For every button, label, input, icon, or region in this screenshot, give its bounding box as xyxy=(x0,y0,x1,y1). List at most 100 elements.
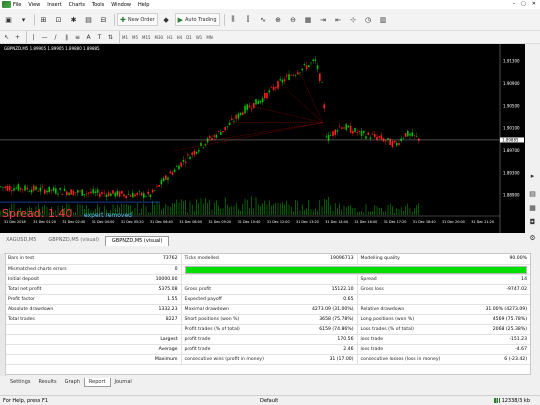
timeframe-mn[interactable]: MN xyxy=(206,35,212,40)
candle-body xyxy=(367,132,369,135)
minimize-button[interactable]: – xyxy=(513,1,516,7)
candle-body xyxy=(206,138,209,143)
timeframe-m5[interactable]: M5 xyxy=(132,35,138,40)
time-tick-label: 31 Dec 04:00 xyxy=(92,220,115,224)
timeframe-m15[interactable]: M15 xyxy=(142,35,151,40)
navigator-icon[interactable]: ✱ xyxy=(67,13,80,26)
candle-body xyxy=(237,113,240,119)
auto-trading-button[interactable]: ▶ Auto Trading xyxy=(174,13,220,26)
crosshair-icon[interactable]: + xyxy=(13,32,22,42)
candle-body xyxy=(70,189,72,195)
candle-body xyxy=(50,189,53,191)
restore-button[interactable]: ▢ xyxy=(521,1,526,7)
menu-window[interactable]: Window xyxy=(111,2,131,8)
label-tool-icon[interactable]: T xyxy=(95,32,104,42)
traffic-value: 12338/3 kb xyxy=(501,397,530,404)
zoom-out-icon[interactable]: ⊖ xyxy=(287,13,300,26)
arrows-icon[interactable]: ⇅ xyxy=(106,32,115,42)
expert-status-label: expert removed xyxy=(84,212,132,219)
candle-body xyxy=(187,154,189,156)
periods-icon[interactable]: ◷ xyxy=(362,13,375,26)
calendar-icon[interactable]: ▦ xyxy=(527,202,538,213)
candle-body xyxy=(4,186,6,188)
tab-gbpnzd-m5-visual-1[interactable]: GBPNZD,M5 (visual) xyxy=(42,236,105,246)
menu-tools[interactable]: Tools xyxy=(92,2,104,8)
candle-body xyxy=(33,185,35,191)
alerts-icon[interactable]: ◘ xyxy=(527,216,538,227)
tab-xagusd-m5[interactable]: XAGUSD,M5 xyxy=(0,236,42,246)
zoom-in-icon[interactable]: ⊕ xyxy=(272,13,285,26)
horizontal-line-icon[interactable]: — xyxy=(40,32,49,42)
candle-body xyxy=(74,192,77,193)
table-row: Average profit trade 2.46 loss trade -4.67 xyxy=(5,344,530,355)
tab-graph[interactable]: Graph xyxy=(61,378,84,387)
menu-insert[interactable]: Insert xyxy=(47,2,61,8)
new-chart-icon[interactable]: ▣ xyxy=(2,13,15,26)
terminal-icon[interactable]: ▤ xyxy=(82,13,95,26)
timeframe-m1[interactable]: M1 xyxy=(122,35,128,40)
vertical-line-icon[interactable]: | xyxy=(29,32,38,42)
time-tick-label: 31 Dec 21:20 xyxy=(471,220,494,224)
report-label-c: Loss trades (% of total) xyxy=(357,324,445,335)
report-value-a: 5375.08 xyxy=(83,284,182,295)
time-tick-label: 31 Dec 10:40 xyxy=(238,220,261,224)
timeframe-w1[interactable]: W1 xyxy=(196,35,203,40)
cursor-icon[interactable]: ↖ xyxy=(2,32,11,42)
candle-body xyxy=(105,194,108,198)
candle-body xyxy=(365,136,367,139)
candle-body xyxy=(352,131,354,134)
timeframe-d1[interactable]: D1 xyxy=(186,35,192,40)
trendline-icon[interactable]: / xyxy=(51,32,60,42)
data-window-icon[interactable]: ⊡ xyxy=(52,13,65,26)
strategy-tester-icon[interactable]: ⊟ xyxy=(97,13,110,26)
menu-view[interactable]: View xyxy=(28,2,40,8)
scroll-right-icon[interactable]: ▸ xyxy=(527,170,538,181)
new-order-button[interactable]: ✚ New Order xyxy=(117,13,158,26)
spread-label: Spread: 1.40 xyxy=(2,207,73,220)
channel-icon[interactable]: ∥ xyxy=(62,32,71,42)
bar-chart-icon[interactable]: ⫼ xyxy=(227,13,240,26)
connection-status[interactable]: 12338/3 kb xyxy=(493,397,530,404)
candle-body xyxy=(116,190,119,196)
templates-icon[interactable]: ▥ xyxy=(377,13,390,26)
autoscroll-icon[interactable]: ⇥ xyxy=(317,13,330,26)
chart-shift-icon[interactable]: ⇤ xyxy=(332,13,345,26)
candle-body xyxy=(308,65,310,68)
timeframe-m30[interactable]: M30 xyxy=(155,35,164,40)
settings-icon[interactable]: ⚙ xyxy=(527,232,538,243)
tab-report[interactable]: Report xyxy=(83,378,111,387)
menu-charts[interactable]: Charts xyxy=(69,2,85,8)
timeframe-h4[interactable]: H4 xyxy=(177,35,183,40)
price-chart[interactable]: 1.91300 1.90900 1.90500 1.90100 1.89700 1.893… xyxy=(0,44,540,233)
tab-settings[interactable]: Settings xyxy=(6,378,35,387)
profiles-icon[interactable]: ▾ xyxy=(17,13,30,26)
candle-body xyxy=(94,191,97,194)
toolbox-icon[interactable]: ▤ xyxy=(527,188,538,199)
indicators-icon[interactable]: ⊹ xyxy=(347,13,360,26)
timeframe-h1[interactable]: H1 xyxy=(167,35,173,40)
metaeditor-icon[interactable]: ◆ xyxy=(160,13,173,26)
fibonacci-icon[interactable]: ≡ xyxy=(73,32,82,42)
tile-windows-icon[interactable]: ▦ xyxy=(302,13,315,26)
candle-body xyxy=(418,138,420,141)
tab-gbpnzd-m5-visual-2[interactable]: GBPNZD,M5 (visual) xyxy=(104,236,170,246)
candlestick-icon[interactable]: ⫿ xyxy=(242,13,255,26)
text-tool-icon[interactable]: A xyxy=(84,32,93,42)
table-row: Initial deposit 10000.00 Spread 14 xyxy=(5,274,530,285)
tab-results[interactable]: Results xyxy=(35,378,61,387)
candle-body xyxy=(136,192,138,195)
ticks-modelled-label: Ticks modelled xyxy=(181,254,269,265)
candle-body xyxy=(2,186,4,188)
candle-body xyxy=(255,99,257,105)
candle-body xyxy=(213,135,215,137)
tab-journal[interactable]: Journal xyxy=(111,378,136,387)
close-button[interactable]: ✕ xyxy=(532,1,536,7)
table-row: Maximum consecutive wins (profit in money… xyxy=(5,354,530,365)
modelling-quality-bar xyxy=(184,265,527,274)
menu-file[interactable]: File xyxy=(13,2,21,8)
menu-help[interactable]: Help xyxy=(138,2,149,8)
time-tick-label: 31 Dec 06:40 xyxy=(150,220,173,224)
market-watch-icon[interactable]: ⊞ xyxy=(37,13,50,26)
line-chart-icon[interactable]: ∿ xyxy=(257,13,270,26)
candle-body xyxy=(277,81,279,89)
